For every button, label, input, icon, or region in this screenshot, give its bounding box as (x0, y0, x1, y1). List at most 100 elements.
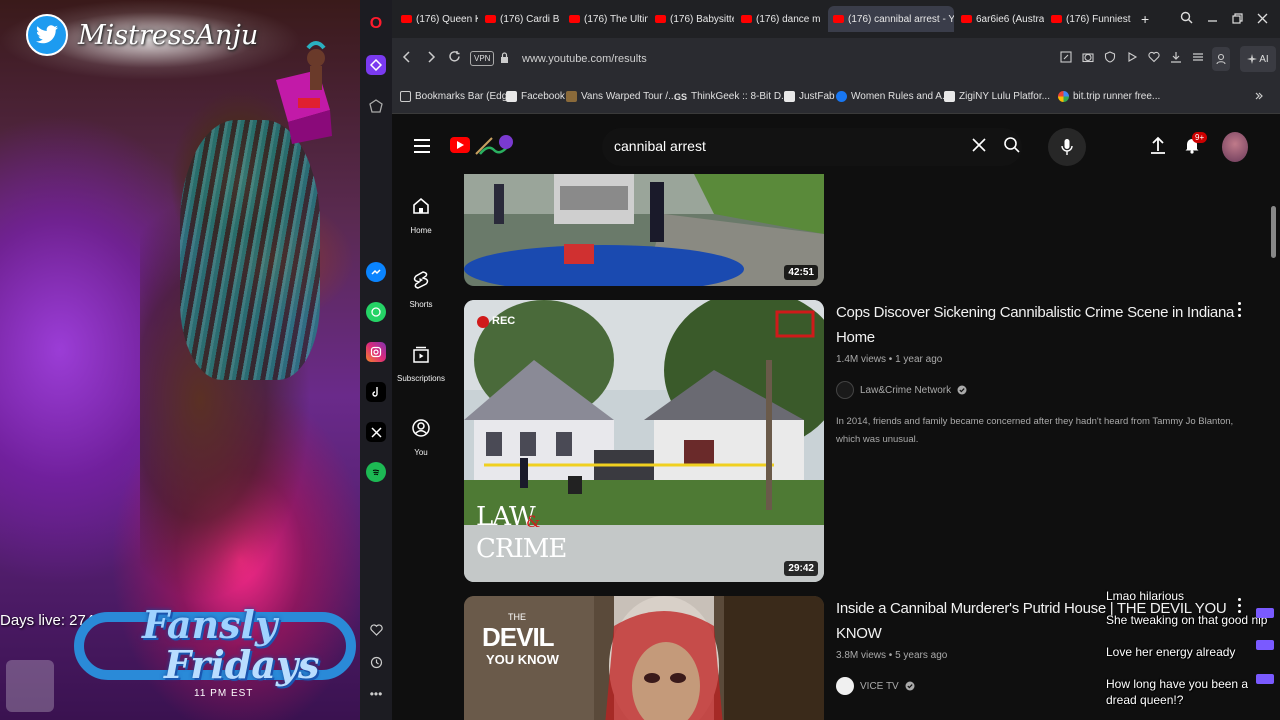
more-actions-icon[interactable] (1234, 302, 1244, 320)
tab-title: (176) Funniest D (1066, 13, 1132, 25)
search-box[interactable]: cannibal arrest (602, 128, 1022, 166)
whatsapp-icon[interactable] (366, 302, 386, 322)
heart-icon[interactable] (366, 620, 386, 640)
favorite-heart-icon[interactable] (1148, 51, 1160, 66)
chat-badge-icon (1256, 674, 1274, 684)
subscriptions-icon (413, 346, 429, 363)
account-avatar[interactable] (1222, 132, 1248, 162)
bookmark-cube-icon[interactable] (366, 96, 386, 116)
verified-check-icon (905, 681, 915, 691)
window-controls (1180, 0, 1280, 38)
video-thumbnail[interactable]: 42:51 (464, 174, 824, 286)
profile-icon[interactable] (1212, 47, 1230, 71)
fansly-fridays-banner: Fansly Fridays 11 PM EST (74, 600, 356, 710)
restore-icon[interactable] (1232, 11, 1243, 27)
guide-item-you[interactable]: You (392, 406, 450, 466)
video-title[interactable]: Cops Discover Sickening Cannibalistic Cr… (836, 300, 1236, 350)
watermark-thumbnail (6, 660, 54, 712)
channel-row[interactable]: Law&Crime Network (836, 381, 1236, 399)
browser-tab[interactable]: (176) The Ultima (564, 6, 648, 32)
tab-search-icon[interactable] (1180, 11, 1193, 27)
bookmark-item[interactable]: JustFab (784, 91, 835, 102)
browser-tab[interactable]: (176) Cardi B - M (480, 6, 562, 32)
browser-tab-active[interactable]: (176) cannibal arrest - You (828, 6, 954, 32)
aria-icon[interactable] (366, 55, 386, 75)
tab-title: (176) dance mon (756, 13, 820, 25)
edit-page-icon[interactable] (1060, 51, 1072, 66)
devil-thumb-text-3: YOU KNOW (486, 652, 559, 667)
guide-label: You (414, 448, 428, 457)
facebook-icon (836, 91, 847, 102)
bookmarks-overflow-icon[interactable] (1254, 91, 1264, 101)
twitter-icon (26, 14, 68, 56)
camera-snapshot-icon[interactable] (1082, 51, 1094, 66)
browser-tab[interactable]: (176) Babysitter (650, 6, 734, 32)
voice-search-button[interactable] (1048, 128, 1086, 166)
video-thumbnail[interactable]: REC LAW & CRIME 29:42 (464, 300, 824, 582)
channel-name[interactable]: VICE TV (860, 681, 899, 692)
youtube-logo-icon[interactable] (450, 137, 470, 153)
messenger-icon[interactable] (366, 262, 386, 282)
upload-icon[interactable] (1150, 136, 1166, 159)
back-icon[interactable] (402, 50, 412, 67)
clear-search-icon[interactable] (972, 136, 986, 157)
bookmark-item[interactable]: ZigiNY Lulu Platfor... (944, 91, 1050, 102)
bookmark-item[interactable]: bit.trip runner free... (1058, 91, 1160, 102)
easy-setup-icon[interactable] (1192, 51, 1204, 66)
lock-icon[interactable] (500, 51, 509, 67)
guide-item-subscriptions[interactable]: Subscriptions (392, 332, 450, 392)
download-icon[interactable] (1170, 51, 1182, 66)
stream-chat-overlay: Lmao hilarious She tweaking on that good… (1106, 588, 1280, 720)
youtube-favicon-icon (1051, 15, 1062, 23)
search-button[interactable] (992, 126, 1032, 164)
channel-avatar[interactable] (836, 677, 854, 695)
twitter-handle: MistressAnju (78, 20, 259, 51)
close-window-icon[interactable] (1257, 11, 1268, 27)
history-clock-icon[interactable] (366, 652, 386, 672)
browser-tab[interactable]: (176) dance mon (736, 6, 820, 32)
channel-avatar[interactable] (836, 381, 854, 399)
browser-tab[interactable]: (176) Funniest D (1046, 6, 1132, 32)
bookmark-item[interactable]: Vans Warped Tour /... (566, 91, 676, 102)
search-input[interactable]: cannibal arrest (614, 138, 706, 154)
bookmark-label: bit.trip runner free... (1073, 91, 1161, 102)
police-scene-thumbnail-image (464, 174, 824, 286)
guide-label: Shorts (409, 300, 433, 309)
channel-name[interactable]: Law&Crime Network (860, 385, 951, 396)
verified-check-icon (957, 385, 967, 395)
play-icon[interactable] (1126, 51, 1138, 66)
bookmark-label: ZigiNY Lulu Platfor... (959, 91, 1050, 102)
bookmark-item[interactable]: Women Rules and A... (836, 91, 950, 102)
video-description: In 2014, friends and family became conce… (836, 416, 1234, 445)
vpn-badge[interactable]: VPN (470, 51, 495, 66)
video-thumbnail[interactable]: THE DEVIL YOU KNOW (464, 596, 824, 720)
guide-item-shorts[interactable]: Shorts (392, 258, 450, 318)
opera-logo-icon[interactable]: O (366, 14, 386, 34)
ai-assistant-button[interactable]: AI (1240, 46, 1276, 72)
spotify-icon[interactable] (366, 462, 386, 482)
forward-icon[interactable] (426, 50, 436, 67)
browser-tab[interactable]: (176) Queen Key (396, 6, 478, 32)
menu-icon[interactable] (414, 139, 430, 157)
youtube-doodle-icon[interactable] (474, 132, 514, 160)
new-tab-button[interactable]: + (1136, 6, 1156, 32)
url-field[interactable]: www.youtube.com/results (522, 53, 647, 65)
x-twitter-icon[interactable] (366, 422, 386, 442)
home-icon (413, 197, 429, 214)
page-scrollbar[interactable] (1271, 206, 1276, 258)
shield-icon[interactable] (1104, 51, 1116, 66)
guide-label: Home (410, 226, 432, 235)
guide-item-home[interactable]: Home (392, 184, 450, 244)
bookmark-item[interactable]: Facebook (506, 91, 565, 102)
chat-message: Lmao hilarious (1106, 589, 1185, 603)
more-ellipsis-icon[interactable]: ••• (366, 684, 386, 704)
minimize-icon[interactable] (1207, 11, 1218, 27)
tiktok-icon[interactable] (366, 382, 386, 402)
bookmark-item[interactable]: GS ThinkGeek :: 8-Bit D... (674, 91, 789, 102)
browser-tab[interactable]: 6ar6ie6 (Australi (956, 6, 1044, 32)
reload-icon[interactable] (448, 50, 461, 66)
instagram-icon[interactable] (366, 342, 386, 362)
tab-title: (176) The Ultima (584, 13, 648, 25)
bookmark-label: Bookmarks Bar (Edge) (415, 91, 517, 102)
bookmark-item[interactable]: Bookmarks Bar (Edge) (400, 91, 516, 102)
